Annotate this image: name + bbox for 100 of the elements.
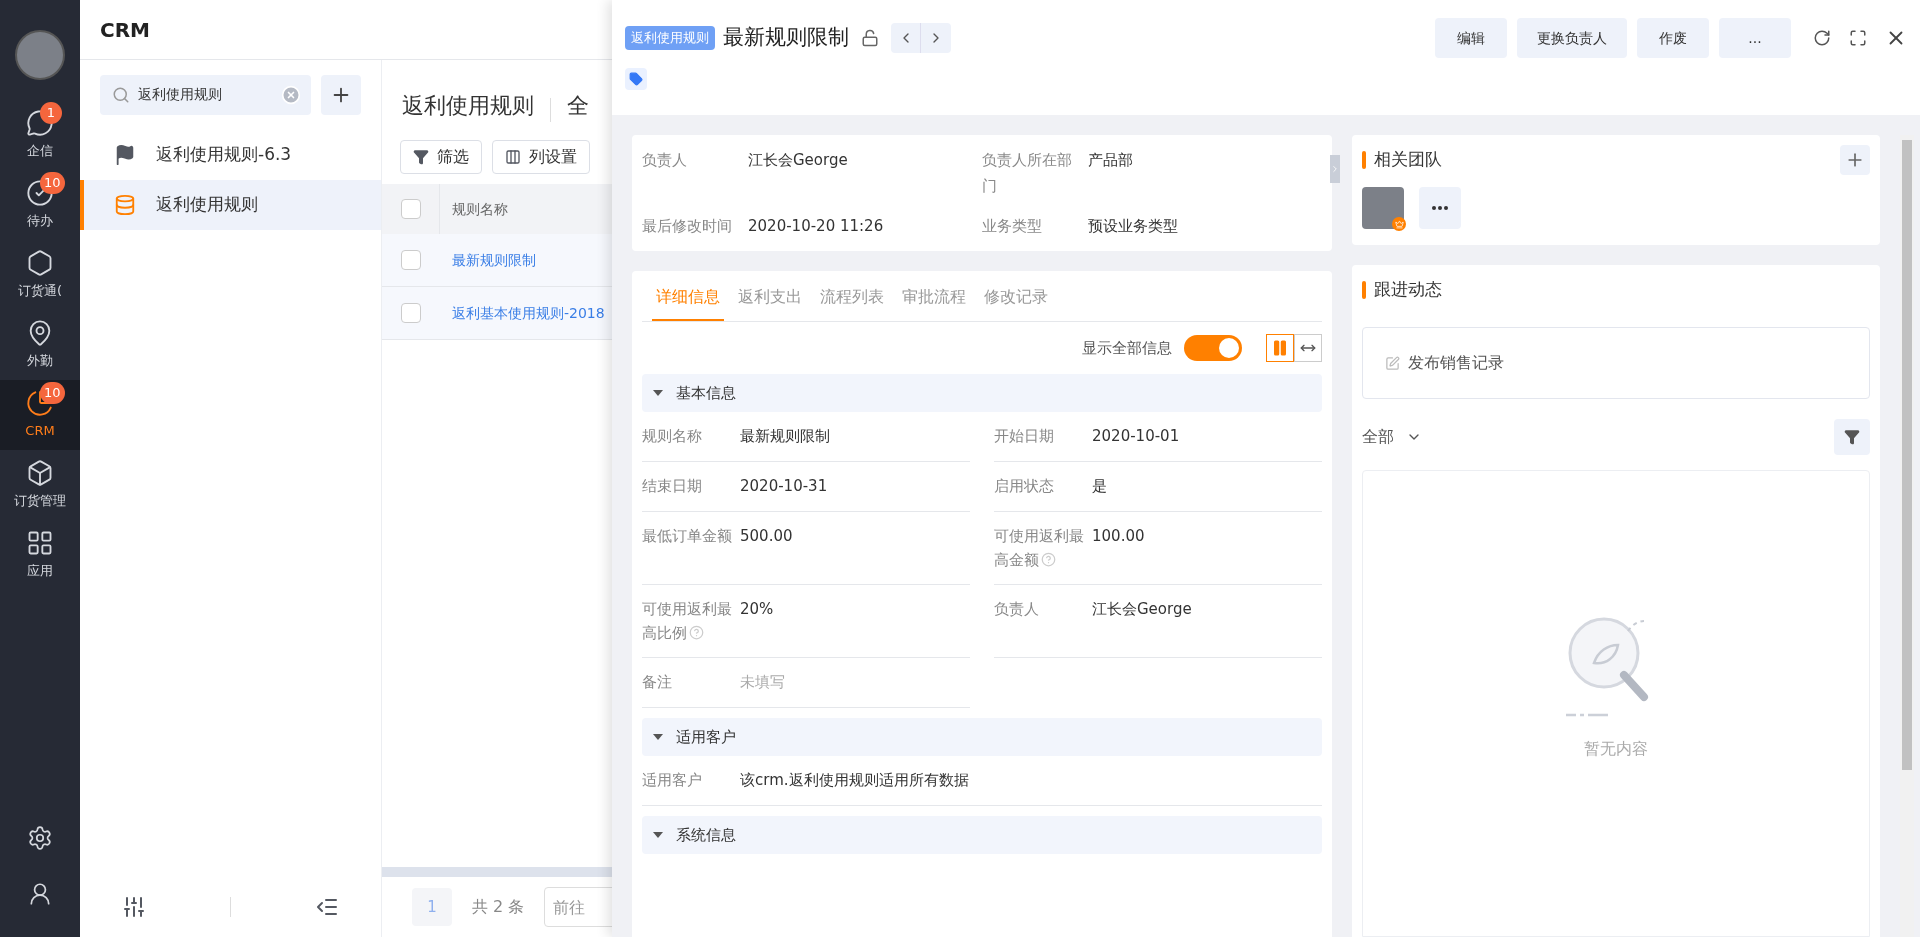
summary-label: 最后修改时间 — [642, 216, 733, 237]
object-type-tag: 返利使用规则 — [625, 26, 715, 50]
full-width-layout-button[interactable] — [1294, 334, 1322, 362]
module-title: CRM — [100, 16, 150, 44]
avatar-placeholder[interactable] — [15, 30, 65, 80]
field-label: 适用客户 — [642, 770, 703, 791]
nav-item[interactable]: 订货管理 — [0, 450, 80, 520]
field-value: 最新规则限制 — [740, 426, 830, 447]
nav-item[interactable]: CRM 10 — [0, 380, 80, 450]
filter-button[interactable] — [1834, 419, 1870, 455]
caret-icon[interactable] — [652, 733, 664, 741]
module-list-item[interactable]: 返利使用规则 — [80, 180, 381, 230]
summary-value: 预设业务类型 — [1088, 216, 1178, 237]
funnel-icon — [413, 149, 429, 165]
compose-button[interactable]: 发布销售记录 — [1362, 327, 1870, 399]
card-title: 相关团队 — [1374, 148, 1442, 172]
toolbar-button[interactable]: 筛选 — [400, 140, 482, 174]
summary-value: 产品部 — [1088, 150, 1133, 171]
row-link[interactable]: 最新规则限制 — [440, 249, 536, 271]
count-badge: 1 — [40, 102, 62, 124]
field-value: 500.00 — [740, 526, 793, 547]
search-field[interactable]: 返利使用规则 — [100, 75, 311, 115]
summary-label: 负责人所在部门 — [982, 150, 1073, 197]
chat-bubble-icon — [26, 109, 54, 138]
two-column-layout-button[interactable] — [1266, 334, 1294, 362]
text-input[interactable]: 未填写 — [740, 670, 900, 694]
unlock-icon[interactable] — [861, 29, 879, 47]
list-title: 返利使用规则 — [402, 92, 534, 120]
edit-icon — [1385, 355, 1400, 371]
field-label: 规则名称 — [642, 426, 703, 447]
sliders-icon[interactable] — [122, 895, 146, 919]
field-label: 负责人 — [994, 599, 1040, 620]
row-link[interactable]: 返利基本使用规则-2018 — [440, 302, 605, 324]
field-value: 100.00 — [1092, 526, 1145, 547]
settings-icon[interactable] — [27, 825, 53, 851]
field-label: 备注 — [642, 672, 673, 693]
field-value: 江长会George — [1092, 599, 1192, 620]
columns-icon — [505, 149, 521, 165]
field-value: 该crm.返利使用规则适用所有数据 — [740, 770, 969, 791]
checkbox[interactable] — [401, 250, 421, 270]
caret-icon[interactable] — [652, 389, 664, 397]
tag-button[interactable] — [625, 68, 647, 90]
avatar-placeholder[interactable] — [1362, 187, 1404, 229]
nav-item[interactable]: 企信 1 — [0, 100, 80, 170]
collapse-handle[interactable] — [1330, 155, 1340, 183]
toggle-label: 显示全部信息 — [1082, 337, 1172, 359]
field-label: 可使用返利最高比例 — [642, 599, 733, 644]
section-header[interactable]: 系统信息 — [642, 816, 1322, 854]
summary-label: 业务类型 — [982, 216, 1043, 237]
view-selector[interactable]: 全 — [567, 89, 589, 122]
database-icon — [114, 194, 136, 216]
nav-item[interactable]: 订货通( — [0, 240, 80, 310]
two-bars-icon — [1271, 339, 1289, 357]
flag-icon — [114, 144, 136, 166]
nav-item[interactable]: 应用 — [0, 520, 80, 590]
section-header[interactable]: 适用客户 — [642, 718, 1322, 756]
action-button[interactable]: 编辑 — [1435, 18, 1507, 58]
card-title: 跟进动态 — [1374, 278, 1442, 302]
nav-item[interactable]: 待办 10 — [0, 170, 80, 240]
action-button[interactable]: 作废 — [1637, 18, 1709, 58]
section-header[interactable]: 基本信息 — [642, 374, 1322, 412]
scrollbar[interactable] — [1900, 135, 1914, 937]
field-label: 最低订单金额 — [642, 526, 733, 547]
checkbox[interactable] — [400, 199, 421, 219]
ellipsis-icon — [1432, 206, 1448, 210]
column-header: 规则名称 — [451, 199, 508, 219]
checkbox[interactable] — [401, 303, 421, 323]
field-label: 开始日期 — [994, 426, 1055, 447]
caret-icon[interactable] — [652, 831, 664, 839]
field-label: 启用状态 — [994, 476, 1055, 497]
field-value: 是 — [1092, 476, 1107, 497]
fullscreen-icon[interactable] — [1849, 29, 1867, 47]
search-icon — [112, 86, 130, 104]
summary-value: 2020-10-20 11:26 — [748, 216, 884, 237]
add-button[interactable] — [321, 75, 361, 115]
tag-icon — [629, 72, 643, 86]
crown-icon — [1392, 217, 1406, 231]
field-value: 2020-10-01 — [1092, 426, 1180, 447]
field-label: 结束日期 — [642, 476, 703, 497]
field-value: 2020-10-31 — [740, 476, 828, 497]
module-list-item[interactable]: 返利使用规则-6.3 — [80, 130, 381, 180]
cube-icon — [26, 459, 54, 488]
nav-item[interactable]: 外勤 — [0, 310, 80, 380]
count-badge: 10 — [40, 382, 65, 404]
count-badge: 10 — [40, 172, 65, 194]
refresh-icon[interactable] — [1813, 29, 1831, 47]
toggle-switch[interactable] — [1184, 335, 1242, 361]
field-value: 20% — [740, 599, 774, 620]
summary-value: 江长会George — [748, 150, 848, 171]
action-button[interactable]: 更换负责人 — [1517, 18, 1627, 58]
action-button[interactable]: ... — [1719, 18, 1791, 58]
more-button[interactable] — [1419, 187, 1461, 229]
empty-state-text: 暂无内容 — [1584, 738, 1648, 760]
funnel-icon — [1844, 429, 1860, 445]
hexagon-icon — [26, 249, 54, 278]
filter-dropdown[interactable]: 全部 — [1362, 425, 1422, 449]
summary-label: 负责人 — [642, 150, 688, 171]
record-title: 最新规则限制 — [723, 24, 849, 52]
add-member-button[interactable] — [1840, 145, 1870, 175]
toolbar-button[interactable]: 列设置 — [492, 140, 590, 174]
